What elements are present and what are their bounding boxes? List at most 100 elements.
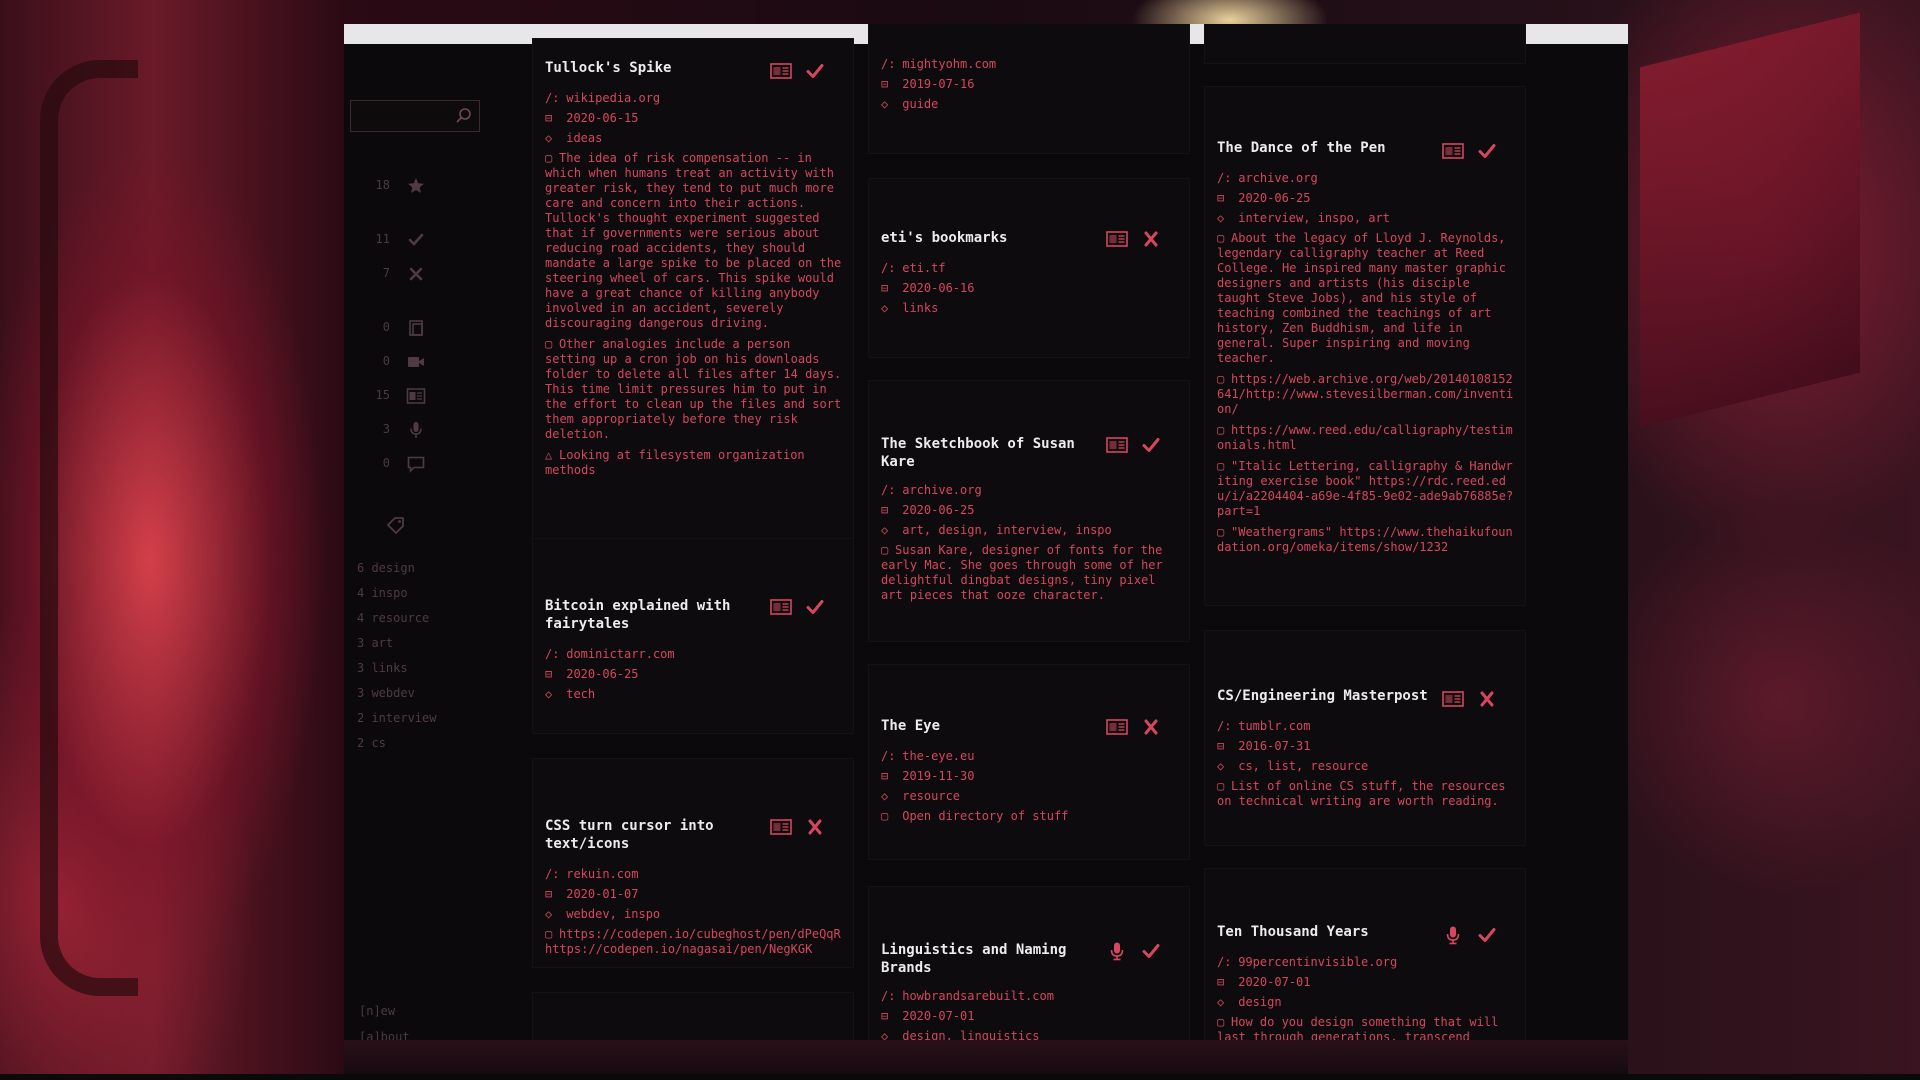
filter-done[interactable]: 11	[344, 228, 514, 252]
card-site[interactable]: /: howbrandsarebuilt.com	[881, 989, 1054, 1004]
card-site[interactable]: /: the-eye.eu	[881, 749, 974, 764]
note-text[interactable]: https://codepen.io/cubeghost/pen/dPeQqR …	[545, 927, 848, 956]
card-site[interactable]: /: wikipedia.org	[545, 91, 660, 106]
tag-filter-art[interactable]: 3 art	[357, 636, 393, 650]
tags-text[interactable]: cs, list, resource	[1238, 759, 1368, 773]
article-icon[interactable]	[769, 61, 793, 81]
tags-text[interactable]: guide	[902, 97, 938, 111]
tag-filter-links[interactable]: 3 links	[357, 661, 408, 675]
tags-text[interactable]: design, linguistics	[902, 1029, 1039, 1040]
bookmark-card[interactable]: CSS turn cursor into text/icons /: rekui…	[532, 758, 854, 968]
x-icon[interactable]	[803, 817, 827, 837]
card-title[interactable]: Ten Thousand Years	[1217, 923, 1447, 941]
card-title[interactable]: The Sketchbook of Susan Kare	[881, 435, 1101, 471]
bookmark-card[interactable]: /: mightyohm.com ⊟ 2019-07-16 ◇ guide	[868, 24, 1190, 154]
card-site[interactable]: /: archive.org	[881, 483, 982, 498]
bookmark-card[interactable]	[532, 992, 854, 1040]
site-text[interactable]: wikipedia.org	[566, 91, 660, 105]
tags-text[interactable]: ideas	[566, 131, 602, 145]
bookmark-card[interactable]: The Dance of the Pen /: archive.org ⊟ 20…	[1204, 86, 1526, 606]
check-icon[interactable]	[803, 597, 827, 617]
article-icon[interactable]	[1105, 229, 1129, 249]
card-site[interactable]: /: mightyohm.com	[881, 57, 996, 72]
card-title[interactable]: Linguistics and Naming Brands	[881, 941, 1101, 977]
filter-article[interactable]: 15	[344, 384, 514, 408]
article-icon[interactable]	[1441, 141, 1465, 161]
x-icon[interactable]	[1139, 229, 1163, 249]
card-title[interactable]: eti's bookmarks	[881, 229, 1111, 247]
note-link[interactable]: "Weathergrams" https://www.thehaikufound…	[1217, 525, 1513, 554]
check-icon[interactable]	[1475, 141, 1499, 161]
x-icon[interactable]	[1475, 689, 1499, 709]
site-text[interactable]: archive.org	[902, 483, 981, 497]
search-field[interactable]	[350, 100, 480, 132]
card-site[interactable]: /: dominictarr.com	[545, 647, 675, 662]
tag-filter-interview[interactable]: 2 interview	[357, 711, 436, 725]
tags-text[interactable]: art, design, interview, inspo	[902, 523, 1112, 537]
card-title[interactable]: Bitcoin explained with fairytales	[545, 597, 775, 633]
tags-text[interactable]: resource	[902, 789, 960, 803]
x-icon[interactable]	[1139, 717, 1163, 737]
filter-copy[interactable]: 0	[344, 316, 514, 340]
site-text[interactable]: 99percentinvisible.org	[1238, 955, 1397, 969]
card-title[interactable]: CSS turn cursor into text/icons	[545, 817, 775, 853]
mic-icon[interactable]	[1441, 925, 1465, 945]
filter-video[interactable]: 0	[344, 350, 514, 374]
card-title[interactable]: The Dance of the Pen	[1217, 139, 1447, 157]
site-text[interactable]: rekuin.com	[566, 867, 638, 881]
tag-filter-webdev[interactable]: 3 webdev	[357, 686, 415, 700]
site-text[interactable]: mightyohm.com	[902, 57, 996, 71]
article-icon[interactable]	[1441, 689, 1465, 709]
about-link[interactable]: [a]bout	[359, 1030, 410, 1040]
bookmark-card[interactable]: The Sketchbook of Susan Kare /: archive.…	[868, 380, 1190, 642]
tag-filter-design[interactable]: 6 design	[357, 561, 415, 575]
card-site[interactable]: /: archive.org	[1217, 171, 1318, 186]
note-link[interactable]: https://web.archive.org/web/201401081526…	[1217, 372, 1513, 416]
bookmark-card[interactable]: Ten Thousand Years /: 99percentinvisible…	[1204, 868, 1526, 1040]
site-text[interactable]: eti.tf	[902, 261, 945, 275]
card-title[interactable]: The Eye	[881, 717, 1111, 735]
tag-filter-inspo[interactable]: 4 inspo	[357, 586, 408, 600]
article-icon[interactable]	[769, 817, 793, 837]
site-text[interactable]: dominictarr.com	[566, 647, 674, 661]
search-icon[interactable]	[455, 107, 473, 125]
site-text[interactable]: tumblr.com	[1238, 719, 1310, 733]
card-title[interactable]: Tullock's Spike	[545, 59, 775, 77]
card-site[interactable]: /: 99percentinvisible.org	[1217, 955, 1397, 970]
check-icon[interactable]	[803, 61, 827, 81]
article-icon[interactable]	[1105, 435, 1129, 455]
tags-text[interactable]: tech	[566, 687, 595, 701]
mic-icon[interactable]	[1105, 941, 1129, 961]
card-title[interactable]: CS/Engineering Masterpost	[1217, 687, 1447, 705]
card-site[interactable]: /: tumblr.com	[1217, 719, 1310, 734]
site-text[interactable]: the-eye.eu	[902, 749, 974, 763]
bookmark-card[interactable]: eti's bookmarks /: eti.tf ⊟ 2020-06-16 ◇…	[868, 178, 1190, 358]
tag-filter-resource[interactable]: 4 resource	[357, 611, 429, 625]
filter-audio[interactable]: 3	[344, 418, 514, 442]
filter-starred[interactable]: 18	[344, 174, 514, 198]
site-text[interactable]: archive.org	[1238, 171, 1317, 185]
bookmark-card[interactable]: Linguistics and Naming Brands /: howbran…	[868, 886, 1190, 1040]
bookmark-card[interactable]: Bitcoin explained with fairytales /: dom…	[532, 538, 854, 734]
check-icon[interactable]	[1139, 941, 1163, 961]
bookmark-card[interactable]: The Eye /: the-eye.eu ⊟ 2019-11-30 ◇ res…	[868, 664, 1190, 860]
card-site[interactable]: /: eti.tf	[881, 261, 946, 276]
tags-text[interactable]: links	[902, 301, 938, 315]
site-text[interactable]: howbrandsarebuilt.com	[902, 989, 1054, 1003]
check-icon[interactable]	[1139, 435, 1163, 455]
article-icon[interactable]	[769, 597, 793, 617]
tag-filter-cs[interactable]: 2 cs	[357, 736, 386, 750]
note-link[interactable]: "Italic Lettering, calligraphy & Handwri…	[1217, 459, 1513, 518]
bookmark-card[interactable]: Tullock's Spike /: wikipedia.org ⊟ 2020-…	[532, 38, 854, 542]
tags-text[interactable]: design	[1238, 995, 1281, 1009]
bookmark-card[interactable]	[1204, 24, 1526, 64]
filter-comment[interactable]: 0	[344, 452, 514, 476]
card-site[interactable]: /: rekuin.com	[545, 867, 638, 882]
bookmark-card[interactable]: CS/Engineering Masterpost /: tumblr.com …	[1204, 630, 1526, 846]
filter-rejected[interactable]: 7	[344, 262, 514, 286]
tags-text[interactable]: webdev, inspo	[566, 907, 660, 921]
article-icon[interactable]	[1105, 717, 1129, 737]
new-link[interactable]: [n]ew	[359, 1004, 395, 1018]
tags-text[interactable]: interview, inspo, art	[1238, 211, 1390, 225]
note-link[interactable]: https://www.reed.edu/calligraphy/testimo…	[1217, 423, 1513, 452]
